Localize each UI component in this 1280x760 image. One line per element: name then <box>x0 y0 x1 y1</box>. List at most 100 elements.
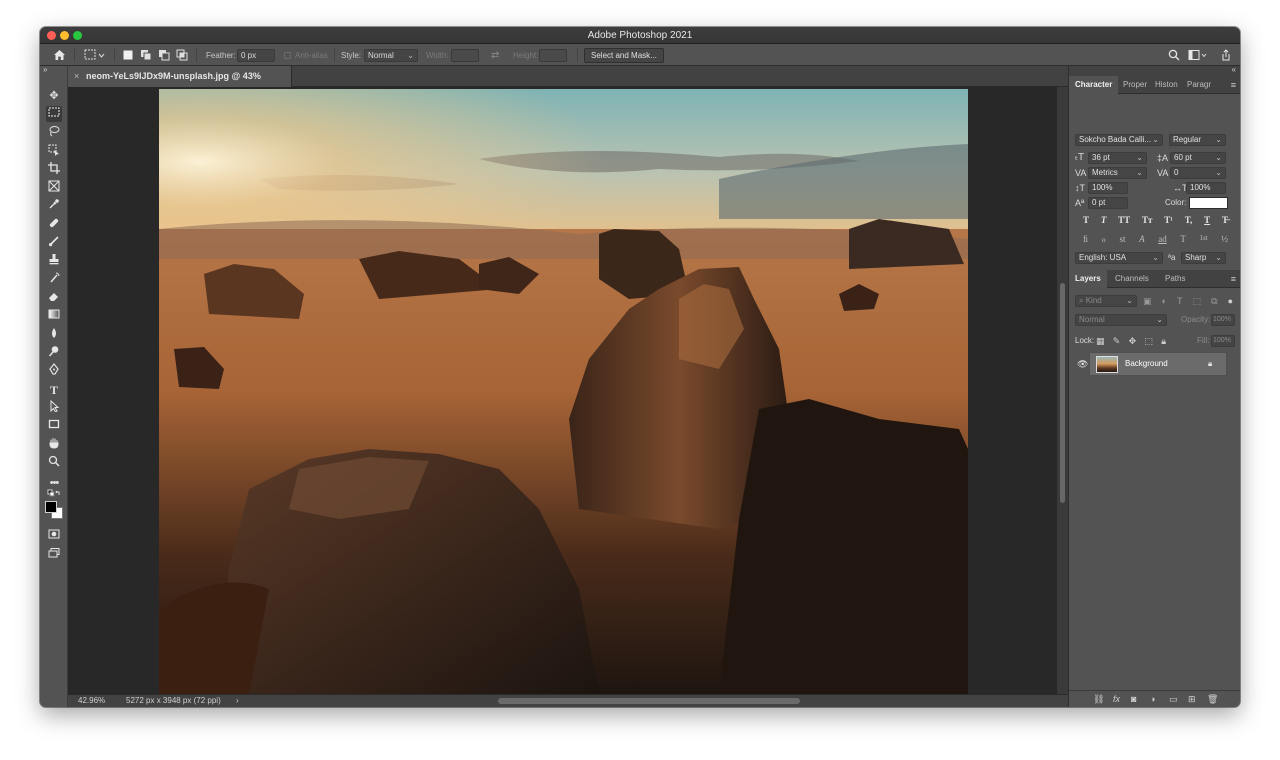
text-color-swatch[interactable] <box>1189 197 1228 209</box>
screen-mode-icon[interactable] <box>46 547 62 563</box>
foreground-color-swatch[interactable] <box>45 501 57 513</box>
vertical-scrollbar[interactable] <box>1057 87 1068 694</box>
close-window-button[interactable] <box>47 31 56 40</box>
faux-italic-button[interactable]: T <box>1101 215 1107 225</box>
adjustment-layer-icon[interactable]: ◑ <box>1150 691 1155 707</box>
workspace-icon[interactable] <box>1188 44 1208 66</box>
rectangular-marquee-tool-icon[interactable] <box>46 106 62 122</box>
swap-width-height-icon[interactable]: ⇄ <box>491 44 499 66</box>
leading-field[interactable]: 60 pt ⌄ <box>1170 152 1226 164</box>
width-input[interactable] <box>451 48 479 62</box>
style-dropdown[interactable]: Normal ⌄ <box>364 48 418 62</box>
underline-button[interactable]: T <box>1204 215 1210 225</box>
canvas-area[interactable] <box>68 87 1057 694</box>
home-icon[interactable] <box>53 44 66 66</box>
gradient-tool-icon[interactable] <box>46 308 62 324</box>
tab-paragraph[interactable]: Paragr <box>1181 76 1217 94</box>
clone-stamp-tool-icon[interactable] <box>46 253 62 269</box>
subscript-button[interactable]: T, <box>1185 215 1193 225</box>
color-swatches[interactable] <box>44 500 64 520</box>
filter-toggle-icon[interactable]: ● <box>1228 295 1233 307</box>
hand-tool-icon[interactable] <box>46 437 62 453</box>
tab-properties[interactable]: Proper <box>1117 76 1153 94</box>
superscript-button[interactable]: T¹ <box>1164 215 1173 225</box>
filter-pixel-layers-icon[interactable]: ▣ <box>1143 295 1152 307</box>
expand-panel-icon[interactable]: » <box>43 65 47 74</box>
all-caps-button[interactable]: TT <box>1118 215 1130 225</box>
path-selection-tool-icon[interactable] <box>46 399 62 416</box>
collapse-panels-icon[interactable]: « <box>1232 65 1236 74</box>
contextual-alternates-button[interactable]: ℴ <box>1102 234 1106 245</box>
discretionary-ligatures-button[interactable]: st <box>1119 234 1125 245</box>
tab-layers[interactable]: Layers <box>1069 270 1107 288</box>
titling-alternates-button[interactable]: T <box>1180 234 1186 245</box>
crop-tool-icon[interactable] <box>46 162 62 178</box>
blur-tool-icon[interactable] <box>46 327 62 343</box>
pen-tool-icon[interactable] <box>46 363 62 379</box>
strikethrough-button[interactable]: T̶ <box>1222 215 1228 225</box>
lock-transparent-pixels-icon[interactable]: ▦ <box>1096 335 1105 347</box>
status-menu-arrow[interactable]: › <box>236 695 239 707</box>
maximize-window-button[interactable] <box>73 31 82 40</box>
tab-character[interactable]: Character <box>1069 76 1119 94</box>
quick-mask-icon[interactable] <box>46 528 62 544</box>
panel-menu-icon[interactable]: ≡ <box>1231 76 1236 94</box>
eye-icon[interactable]: 👁︎ <box>1077 352 1088 376</box>
feather-input[interactable]: 0 px <box>237 48 275 62</box>
healing-brush-tool-icon[interactable] <box>46 217 62 233</box>
select-and-mask-button[interactable]: Select and Mask... <box>584 47 664 63</box>
rectangle-tool-icon[interactable] <box>46 418 62 434</box>
layer-style-icon[interactable]: fx <box>1113 691 1120 707</box>
layer-row-background[interactable]: Background 🔒︎ <box>1089 352 1227 376</box>
link-layers-icon[interactable]: ⛓ <box>1093 691 1104 707</box>
layer-filter-dropdown[interactable]: ⌕ Kind ⌄ <box>1075 295 1137 307</box>
delete-layer-icon[interactable]: 🗑︎ <box>1207 691 1218 707</box>
anti-alias-checkbox[interactable]: Anti-alias <box>284 44 328 66</box>
lock-position-icon[interactable]: ✥ <box>1129 335 1137 347</box>
blend-mode-dropdown[interactable]: Normal ⌄ <box>1075 314 1167 326</box>
ordinals-button[interactable]: 1st <box>1199 234 1207 245</box>
baseline-shift-field[interactable]: 0 pt <box>1088 197 1128 209</box>
lock-artboard-icon[interactable]: ⬚ <box>1144 335 1153 347</box>
height-input[interactable] <box>539 48 567 62</box>
small-caps-button[interactable]: Tт <box>1142 215 1152 225</box>
filter-shape-layers-icon[interactable]: ⬚ <box>1193 295 1202 307</box>
kerning-dropdown[interactable]: Metrics ⌄ <box>1088 167 1147 179</box>
dodge-tool-icon[interactable] <box>46 345 62 361</box>
intersect-selection-icon[interactable] <box>176 44 188 66</box>
share-icon[interactable] <box>1220 44 1232 66</box>
minimize-window-button[interactable] <box>60 31 69 40</box>
search-icon[interactable] <box>1168 44 1180 66</box>
tab-channels[interactable]: Channels <box>1109 270 1155 288</box>
lock-image-pixels-icon[interactable]: ✎ <box>1113 335 1121 347</box>
language-dropdown[interactable]: English: USA ⌄ <box>1075 252 1163 264</box>
tab-paths[interactable]: Paths <box>1159 270 1191 288</box>
panel-collapse-strip[interactable]: « <box>1069 65 1240 76</box>
filter-adjustment-layers-icon[interactable]: ◐ <box>1162 295 1167 307</box>
stylistic-alternates-button[interactable]: ad <box>1158 234 1167 245</box>
add-to-selection-icon[interactable] <box>140 44 152 66</box>
tab-history[interactable]: Histon <box>1149 76 1184 94</box>
marquee-tool-preset-picker[interactable] <box>84 44 106 66</box>
horizontal-scroll-thumb[interactable] <box>498 698 800 704</box>
standard-ligatures-button[interactable]: ﬁ <box>1083 234 1088 245</box>
frame-tool-icon[interactable] <box>46 180 62 196</box>
font-family-dropdown[interactable]: Sokcho Bada Calli... ⌄ <box>1075 134 1163 146</box>
document-tab[interactable]: × neom-YeLs9lJDx9M-unsplash.jpg @ 43% (R… <box>68 66 292 102</box>
document-image[interactable] <box>159 89 968 694</box>
new-layer-icon[interactable]: ⊞ <box>1188 691 1196 707</box>
fill-field[interactable]: 100% <box>1211 335 1235 347</box>
faux-bold-button[interactable]: T <box>1083 215 1089 225</box>
new-group-icon[interactable]: ▭ <box>1169 691 1178 707</box>
filter-type-layers-icon[interactable]: T <box>1177 295 1183 307</box>
object-selection-tool-icon[interactable] <box>46 144 62 160</box>
eyedropper-tool-icon[interactable] <box>46 198 62 214</box>
horizontal-scale-field[interactable]: 100% <box>1186 182 1226 194</box>
swash-button[interactable]: A <box>1139 234 1145 245</box>
add-layer-mask-icon[interactable]: ◙ <box>1131 691 1136 707</box>
zoom-tool-icon[interactable] <box>46 455 62 471</box>
history-brush-tool-icon[interactable] <box>46 272 62 288</box>
font-size-field[interactable]: 36 pt ⌄ <box>1088 152 1147 164</box>
layer-lock-icon[interactable]: 🔒︎ <box>1208 353 1212 375</box>
lasso-tool-icon[interactable] <box>46 125 62 141</box>
